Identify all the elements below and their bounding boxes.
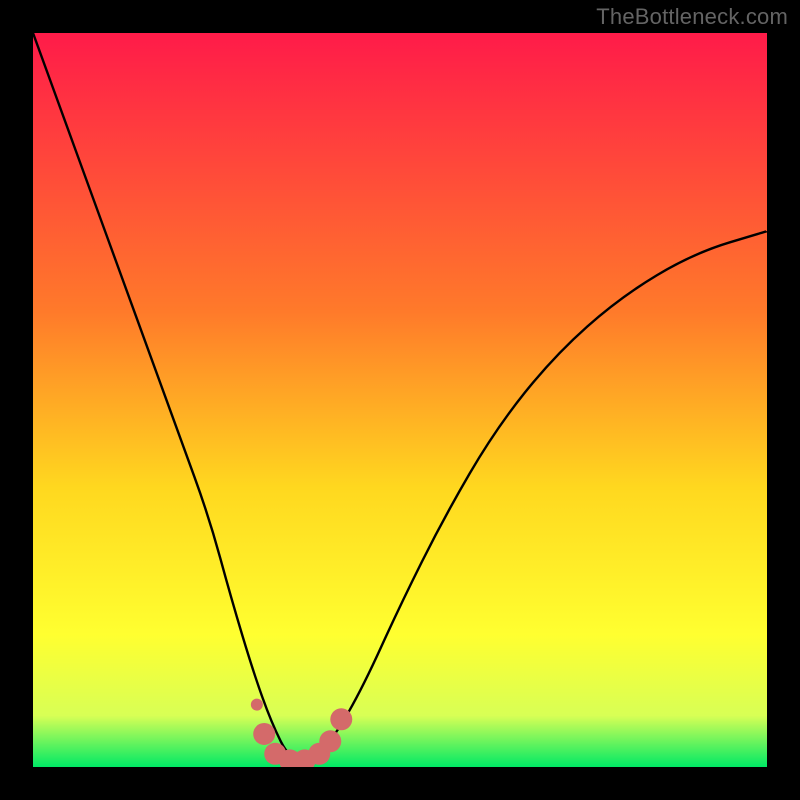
gradient-background: [33, 33, 767, 767]
highlight-dot: [251, 699, 263, 711]
watermark-text: TheBottleneck.com: [596, 4, 788, 30]
highlight-dot: [319, 730, 341, 752]
chart-frame: TheBottleneck.com: [0, 0, 800, 800]
plot-area: [33, 33, 767, 767]
highlight-dot: [330, 708, 352, 730]
highlight-dot: [253, 723, 275, 745]
chart-svg: [33, 33, 767, 767]
